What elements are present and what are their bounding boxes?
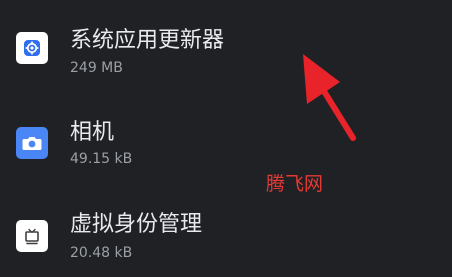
app-size: 249 MB [70, 60, 123, 76]
app-list-item-camera[interactable]: 相机 49.15 kB [0, 110, 452, 176]
virtual-identity-app-icon [16, 220, 48, 252]
app-size: 20.48 kB [70, 245, 133, 261]
app-name: 系统应用更新器 [70, 28, 225, 53]
gear-icon [24, 40, 40, 56]
app-list-item-system-updater[interactable]: 系统应用更新器 249 MB [0, 22, 452, 82]
camera-app-icon [16, 127, 48, 159]
app-size: 49.15 kB [70, 151, 133, 167]
tv-icon [25, 228, 39, 245]
camera-icon [22, 137, 42, 150]
app-list-item-virtual-identity[interactable]: 虚拟身份管理 20.48 kB [0, 200, 452, 270]
app-name: 虚拟身份管理 [70, 212, 203, 237]
app-name: 相机 [70, 120, 115, 145]
system-updater-app-icon [16, 32, 48, 64]
watermark-text: 腾飞网 [266, 173, 324, 195]
